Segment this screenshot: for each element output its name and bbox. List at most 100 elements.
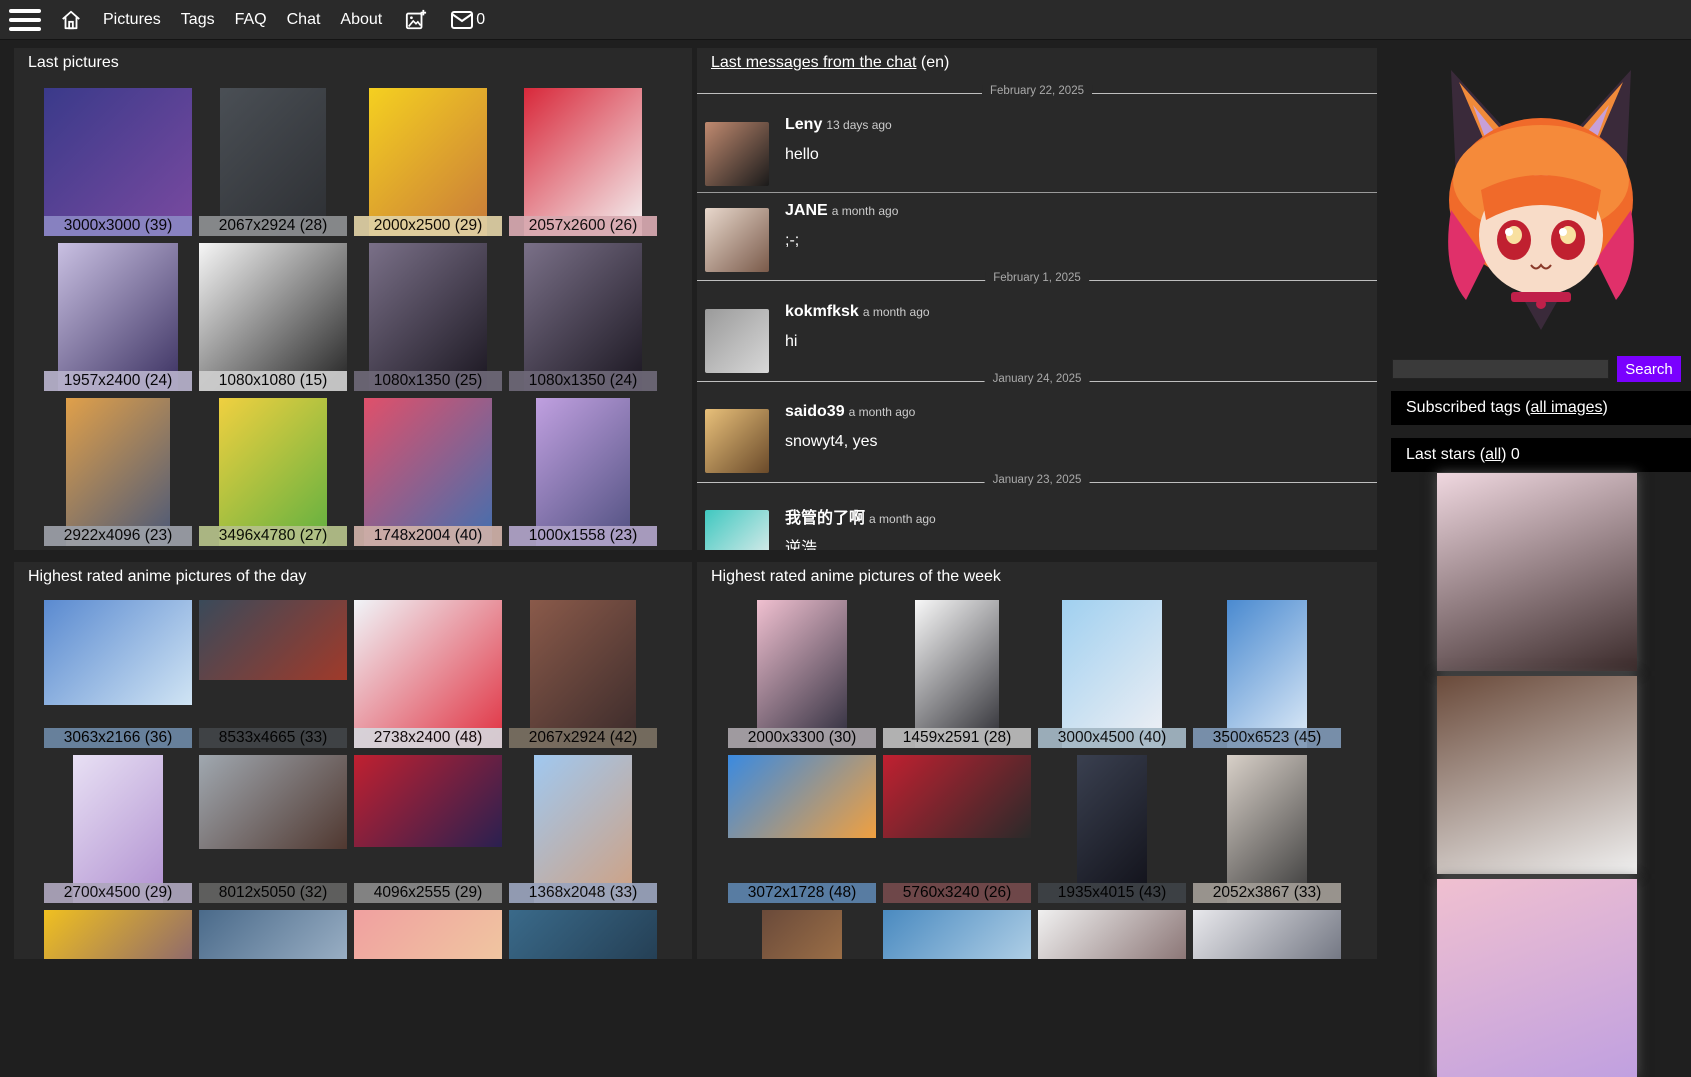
- thumbnail-image[interactable]: [354, 600, 502, 748]
- chat-avatar[interactable]: [705, 122, 769, 186]
- thumbnail-item[interactable]: 2067x2924 (28): [199, 88, 347, 236]
- thumbnail-image[interactable]: [534, 755, 632, 903]
- thumbnail-item[interactable]: 2000x2500 (29): [354, 88, 502, 236]
- thumbnail-item[interactable]: 2700x4500 (29): [44, 755, 192, 903]
- thumbnail-image[interactable]: [44, 910, 192, 959]
- thumbnail-item[interactable]: [1193, 910, 1341, 959]
- thumbnail-image[interactable]: [1227, 755, 1307, 903]
- thumbnail-resolution-label: 2052x3867 (33): [1193, 883, 1341, 903]
- thumbnail-image[interactable]: [58, 243, 178, 391]
- thumbnail-image[interactable]: [199, 600, 347, 680]
- thumbnail-image[interactable]: [1227, 600, 1307, 748]
- thumbnail-image[interactable]: [530, 600, 636, 748]
- menu-hamburger-icon[interactable]: [9, 8, 41, 31]
- thumbnail-item[interactable]: 1000x1558 (23): [509, 398, 657, 546]
- thumbnail-image[interactable]: [354, 755, 502, 847]
- thumbnail-item[interactable]: 3000x3000 (39): [44, 88, 192, 236]
- thumbnail-image[interactable]: [883, 755, 1031, 838]
- thumbnail-image[interactable]: [762, 910, 842, 959]
- thumbnail-image[interactable]: [1077, 755, 1147, 903]
- thumbnail-item[interactable]: 2738x2400 (48): [354, 600, 502, 748]
- inbox-icon[interactable]: [450, 8, 474, 32]
- thumbnail-item[interactable]: 5760x3240 (26): [883, 755, 1031, 903]
- thumbnail-image[interactable]: [757, 600, 847, 748]
- thumbnail-item[interactable]: 1748x2004 (40): [354, 398, 502, 546]
- thumbnail-item[interactable]: 3496x4780 (27): [199, 398, 347, 546]
- thumbnail-item[interactable]: 8012x5050 (32): [199, 755, 347, 903]
- starred-thumbnail[interactable]: [1437, 879, 1637, 1077]
- thumbnail-item[interactable]: 8533x4665 (33): [199, 600, 347, 748]
- chat-username[interactable]: Leny 13 days ago: [785, 116, 892, 134]
- thumbnail-image[interactable]: [44, 88, 192, 236]
- thumbnail-image[interactable]: [219, 398, 327, 546]
- nav-link-chat[interactable]: Chat: [287, 11, 321, 29]
- thumbnail-image[interactable]: [524, 243, 642, 391]
- thumbnail-image[interactable]: [44, 600, 192, 705]
- chat-username[interactable]: JANE a month ago: [785, 202, 898, 220]
- thumbnail-item[interactable]: 2052x3867 (33): [1193, 755, 1341, 903]
- thumbnail-image[interactable]: [369, 88, 487, 236]
- thumbnail-image[interactable]: [1038, 910, 1186, 959]
- thumbnail-item[interactable]: 1935x4015 (43): [1038, 755, 1186, 903]
- chat-username[interactable]: kokmfksk a month ago: [785, 303, 930, 321]
- chat-avatar[interactable]: [705, 409, 769, 473]
- thumbnail-image[interactable]: [524, 88, 642, 236]
- thumbnail-item[interactable]: 1080x1350 (25): [354, 243, 502, 391]
- nav-link-faq[interactable]: FAQ: [235, 11, 267, 29]
- all-stars-link[interactable]: all: [1485, 446, 1501, 463]
- thumbnail-image[interactable]: [369, 243, 487, 391]
- thumbnail-image[interactable]: [73, 755, 163, 903]
- thumbnail-image[interactable]: [199, 910, 347, 959]
- thumbnail-item[interactable]: 3063x2166 (36): [44, 600, 192, 748]
- chat-avatar[interactable]: [705, 309, 769, 373]
- thumbnail-image[interactable]: [536, 398, 630, 546]
- thumbnail-item[interactable]: [354, 910, 502, 959]
- thumbnail-item[interactable]: 1080x1350 (24): [509, 243, 657, 391]
- thumbnail-item[interactable]: 3500x6523 (45): [1193, 600, 1341, 748]
- chat-avatar[interactable]: [705, 208, 769, 272]
- search-input[interactable]: [1392, 359, 1609, 379]
- thumbnail-image[interactable]: [915, 600, 999, 748]
- thumbnail-item[interactable]: 4096x2555 (29): [354, 755, 502, 903]
- thumbnail-item[interactable]: 1080x1080 (15): [199, 243, 347, 391]
- thumbnail-image[interactable]: [509, 910, 657, 959]
- thumbnail-item[interactable]: 1459x2591 (28): [883, 600, 1031, 748]
- search-button[interactable]: Search: [1617, 356, 1681, 382]
- home-icon[interactable]: [59, 8, 83, 32]
- thumbnail-item[interactable]: [883, 910, 1031, 959]
- thumbnail-item[interactable]: [199, 910, 347, 959]
- thumbnail-item[interactable]: 3072x1728 (48): [728, 755, 876, 903]
- chat-link[interactable]: Last messages from the chat: [711, 54, 916, 71]
- chat-avatar[interactable]: [705, 510, 769, 550]
- thumbnail-item[interactable]: 2000x3300 (30): [728, 600, 876, 748]
- thumbnail-image[interactable]: [1062, 600, 1162, 748]
- thumbnail-item[interactable]: [44, 910, 192, 959]
- thumbnail-item[interactable]: [509, 910, 657, 959]
- starred-thumbnail[interactable]: [1437, 676, 1637, 874]
- thumbnail-item[interactable]: [728, 910, 876, 959]
- thumbnail-image[interactable]: [728, 755, 876, 838]
- chat-username[interactable]: saido39 a month ago: [785, 403, 915, 421]
- thumbnail-item[interactable]: 2067x2924 (42): [509, 600, 657, 748]
- thumbnail-item[interactable]: 1957x2400 (24): [44, 243, 192, 391]
- upload-image-icon[interactable]: [404, 8, 428, 32]
- thumbnail-item[interactable]: 2057x2600 (26): [509, 88, 657, 236]
- nav-link-about[interactable]: About: [340, 11, 382, 29]
- chat-username[interactable]: 我管的了啊 a month ago: [785, 504, 936, 528]
- all-images-link[interactable]: all images: [1531, 399, 1603, 416]
- thumbnail-image[interactable]: [364, 398, 492, 546]
- nav-link-tags[interactable]: Tags: [181, 11, 215, 29]
- nav-link-pictures[interactable]: Pictures: [103, 11, 161, 29]
- thumbnail-image[interactable]: [66, 398, 170, 546]
- thumbnail-image[interactable]: [199, 755, 347, 849]
- thumbnail-image[interactable]: [220, 88, 326, 236]
- thumbnail-item[interactable]: [1038, 910, 1186, 959]
- thumbnail-item[interactable]: 3000x4500 (40): [1038, 600, 1186, 748]
- thumbnail-image[interactable]: [883, 910, 1031, 959]
- thumbnail-image[interactable]: [199, 243, 347, 391]
- thumbnail-image[interactable]: [354, 910, 502, 959]
- thumbnail-item[interactable]: 1368x2048 (33): [509, 755, 657, 903]
- thumbnail-item[interactable]: 2922x4096 (23): [44, 398, 192, 546]
- thumbnail-image[interactable]: [1193, 910, 1341, 959]
- starred-thumbnail[interactable]: [1437, 473, 1637, 671]
